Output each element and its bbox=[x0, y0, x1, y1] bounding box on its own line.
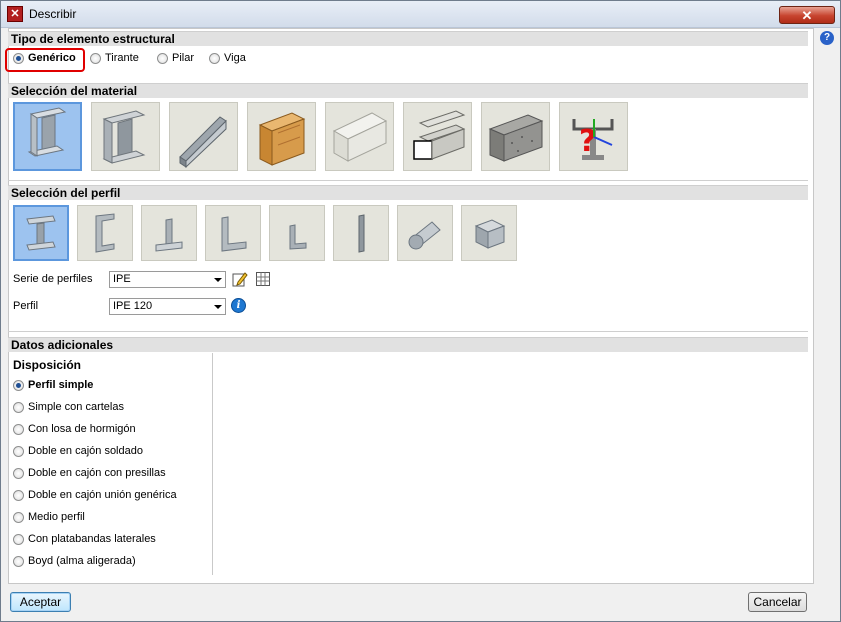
cancel-button[interactable]: Cancelar bbox=[748, 592, 807, 612]
radio-label: Tirante bbox=[105, 52, 139, 64]
aluminium-extrusion-icon bbox=[413, 110, 466, 160]
close-button[interactable]: ✕ bbox=[779, 6, 835, 24]
help-icon[interactable]: ? bbox=[820, 31, 834, 45]
structural-type-header: Tipo de elemento estructural bbox=[8, 31, 808, 46]
radio-button[interactable] bbox=[209, 52, 220, 64]
radio-viga[interactable]: Viga bbox=[209, 52, 246, 64]
material-header: Selección del material bbox=[8, 83, 808, 98]
radio-perfil-simple[interactable]: Perfil simple bbox=[13, 379, 93, 391]
radio-simple-con-cartelas[interactable]: Simple con cartelas bbox=[13, 401, 124, 413]
small-angle-profile-icon bbox=[289, 224, 307, 250]
edit-icon[interactable] bbox=[232, 271, 248, 287]
profile-tile-round-bar[interactable] bbox=[397, 205, 453, 261]
table-icon[interactable] bbox=[255, 271, 271, 287]
radio-button[interactable] bbox=[13, 379, 24, 391]
radio-doble-cajon-union-generica[interactable]: Doble en cajón unión genérica bbox=[13, 489, 177, 501]
title-bar: ✕ Describir ✕ bbox=[1, 1, 840, 28]
radio-label: Con losa de hormigón bbox=[28, 423, 136, 435]
channel-profile-icon bbox=[95, 213, 115, 253]
radio-button[interactable] bbox=[13, 555, 24, 567]
separator bbox=[8, 331, 808, 332]
profile-tile-channel[interactable] bbox=[77, 205, 133, 261]
square-bar-profile-icon bbox=[474, 219, 506, 249]
chevron-down-icon bbox=[214, 305, 222, 309]
vertical-divider bbox=[212, 353, 213, 575]
profile-tile-plate[interactable] bbox=[333, 205, 389, 261]
cold-formed-steel-icon bbox=[179, 116, 227, 169]
profile-label: Perfil bbox=[13, 300, 39, 312]
radio-medio-perfil[interactable]: Medio perfil bbox=[13, 511, 85, 523]
series-select[interactable]: IPE bbox=[109, 271, 226, 288]
round-bar-profile-icon bbox=[408, 221, 441, 250]
material-tile-cold-formed-steel[interactable] bbox=[169, 102, 238, 171]
disposition-title: Disposición bbox=[13, 358, 82, 372]
radio-button[interactable] bbox=[13, 511, 24, 523]
chevron-down-icon bbox=[214, 278, 222, 282]
radio-label: Doble en cajón soldado bbox=[28, 445, 143, 457]
material-tile-wood[interactable] bbox=[247, 102, 316, 171]
radio-button[interactable] bbox=[90, 52, 101, 64]
generic-material-icon: ? bbox=[572, 119, 614, 160]
profile-tile-i-beam[interactable] bbox=[13, 205, 69, 261]
radio-doble-cajon-soldado[interactable]: Doble en cajón soldado bbox=[13, 445, 143, 457]
radio-label: Con platabandas laterales bbox=[28, 533, 156, 545]
radio-pilar[interactable]: Pilar bbox=[157, 52, 194, 64]
radio-button[interactable] bbox=[13, 533, 24, 545]
radio-label: Doble en cajón con presillas bbox=[28, 467, 166, 479]
profile-tile-tee[interactable] bbox=[141, 205, 197, 261]
series-label: Serie de perfiles bbox=[13, 273, 93, 285]
profile-header: Selección del perfil bbox=[8, 185, 808, 200]
highlight-box bbox=[5, 48, 85, 72]
profile-tile-square-bar[interactable] bbox=[461, 205, 517, 261]
radio-label: Medio perfil bbox=[28, 511, 85, 523]
plate-profile-icon bbox=[358, 214, 365, 253]
radio-label: Simple con cartelas bbox=[28, 401, 124, 413]
material-tile-hot-rolled-steel[interactable] bbox=[13, 102, 82, 171]
radio-con-losa-de-hormigon[interactable]: Con losa de hormigón bbox=[13, 423, 136, 435]
radio-button[interactable] bbox=[157, 52, 168, 64]
radio-label: Boyd (alma aligerada) bbox=[28, 555, 136, 567]
series-value: IPE bbox=[113, 273, 131, 285]
additional-header: Datos adicionales bbox=[8, 337, 808, 352]
material-tile-welded-steel[interactable] bbox=[91, 102, 160, 171]
separator bbox=[8, 180, 808, 181]
radio-doble-cajon-presillas[interactable]: Doble en cajón con presillas bbox=[13, 467, 166, 479]
hot-rolled-steel-icon bbox=[27, 107, 67, 157]
welded-steel-icon bbox=[102, 110, 146, 164]
radio-platabandas-laterales[interactable]: Con platabandas laterales bbox=[13, 533, 156, 545]
profile-select[interactable]: IPE 120 bbox=[109, 298, 226, 315]
radio-button[interactable] bbox=[13, 489, 24, 501]
radio-tirante[interactable]: Tirante bbox=[90, 52, 139, 64]
radio-button[interactable] bbox=[13, 445, 24, 457]
concrete-icon bbox=[488, 114, 544, 162]
material-tile-concrete[interactable] bbox=[481, 102, 550, 171]
wood-icon bbox=[258, 112, 306, 166]
profile-tile-angle[interactable] bbox=[205, 205, 261, 261]
radio-boyd[interactable]: Boyd (alma aligerada) bbox=[13, 555, 136, 567]
radio-label: Perfil simple bbox=[28, 379, 94, 391]
tee-profile-icon bbox=[155, 218, 183, 252]
profile-tile-small-angle[interactable] bbox=[269, 205, 325, 261]
radio-label: Doble en cajón unión genérica bbox=[28, 489, 177, 501]
material-tile-generic[interactable]: ? bbox=[559, 102, 628, 171]
accept-button[interactable]: Aceptar bbox=[10, 592, 71, 612]
material-tile-aluminium[interactable] bbox=[325, 102, 394, 171]
aluminium-icon bbox=[332, 112, 388, 162]
material-tile-aluminium-extrusion[interactable] bbox=[403, 102, 472, 171]
profile-value: IPE 120 bbox=[113, 300, 153, 312]
window-title: Describir bbox=[29, 7, 77, 21]
i-beam-profile-icon bbox=[26, 215, 56, 251]
radio-label: Pilar bbox=[172, 52, 195, 64]
info-icon[interactable]: i bbox=[231, 298, 246, 313]
radio-button[interactable] bbox=[13, 423, 24, 435]
radio-button[interactable] bbox=[13, 467, 24, 479]
radio-label: Viga bbox=[224, 52, 246, 64]
radio-button[interactable] bbox=[13, 401, 24, 413]
angle-profile-icon bbox=[221, 216, 247, 252]
app-icon: ✕ bbox=[7, 6, 23, 22]
